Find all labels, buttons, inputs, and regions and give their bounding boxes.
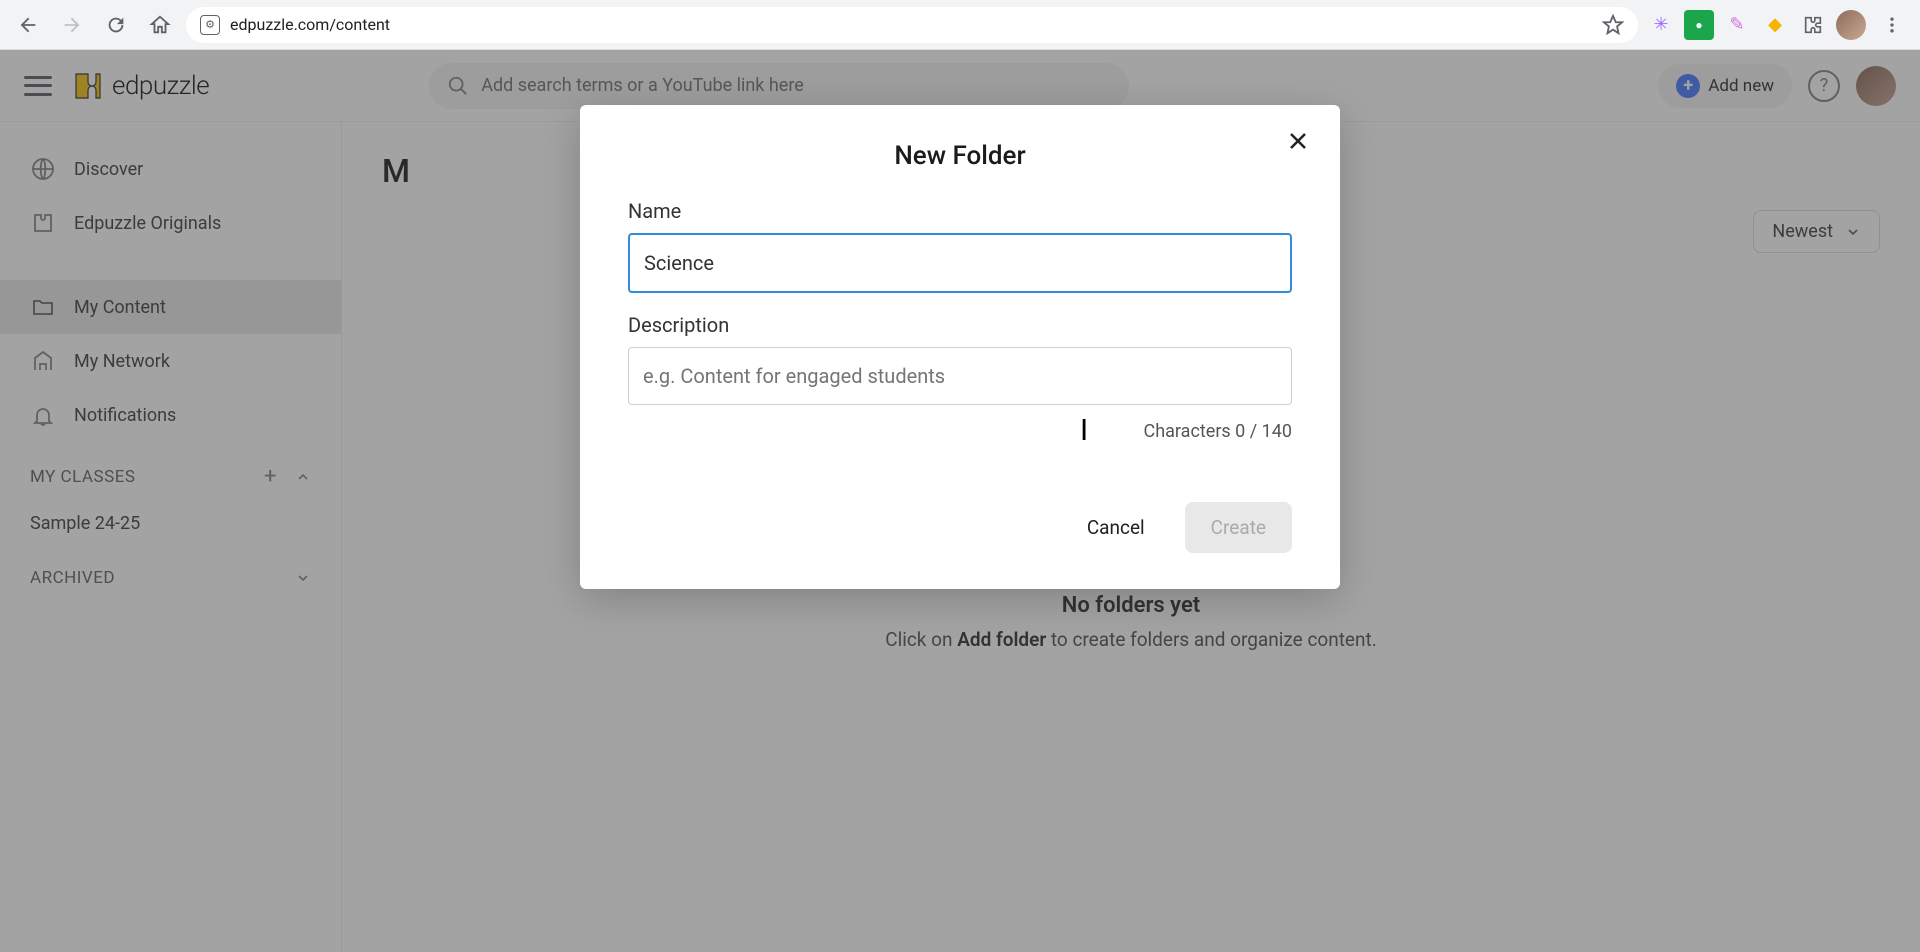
reload-button[interactable] — [98, 7, 134, 43]
name-label: Name — [628, 199, 1292, 223]
cancel-button[interactable]: Cancel — [1061, 502, 1171, 553]
app-container: edpuzzle + Add new ? Discover Edpuzzle O… — [0, 50, 1920, 952]
extension-1[interactable]: ✳ — [1646, 10, 1676, 40]
character-count: Characters 0 / 140 — [628, 421, 1292, 442]
arrow-right-icon — [61, 14, 83, 36]
description-input[interactable] — [628, 347, 1292, 405]
star-icon — [1602, 14, 1624, 36]
name-input[interactable] — [628, 233, 1292, 293]
close-button[interactable] — [1286, 129, 1310, 153]
dots-vertical-icon — [1882, 15, 1902, 35]
extensions-button[interactable] — [1798, 10, 1828, 40]
address-bar[interactable]: ⚙ edpuzzle.com/content — [186, 7, 1638, 43]
extension-2[interactable]: ● — [1684, 10, 1714, 40]
browser-toolbar: ⚙ edpuzzle.com/content ✳ ● ✎ ◆ — [0, 0, 1920, 50]
forward-button[interactable] — [54, 7, 90, 43]
url-text: edpuzzle.com/content — [230, 15, 390, 34]
modal-title: New Folder — [628, 141, 1292, 171]
new-folder-modal: New Folder Name Description Characters 0… — [580, 105, 1340, 589]
profile-avatar[interactable] — [1836, 10, 1866, 40]
menu-button[interactable] — [1874, 7, 1910, 43]
puzzle-icon — [1802, 14, 1824, 36]
home-icon — [149, 14, 171, 36]
extension-3[interactable]: ✎ — [1722, 10, 1752, 40]
reload-icon — [105, 14, 127, 36]
close-icon — [1286, 129, 1310, 153]
arrow-left-icon — [17, 14, 39, 36]
create-button[interactable]: Create — [1185, 502, 1292, 553]
bookmark-button[interactable] — [1602, 14, 1624, 36]
back-button[interactable] — [10, 7, 46, 43]
description-label: Description — [628, 313, 1292, 337]
home-button[interactable] — [142, 7, 178, 43]
modal-overlay[interactable]: New Folder Name Description Characters 0… — [0, 50, 1920, 952]
extension-4[interactable]: ◆ — [1760, 10, 1790, 40]
site-info-icon[interactable]: ⚙ — [200, 15, 220, 35]
